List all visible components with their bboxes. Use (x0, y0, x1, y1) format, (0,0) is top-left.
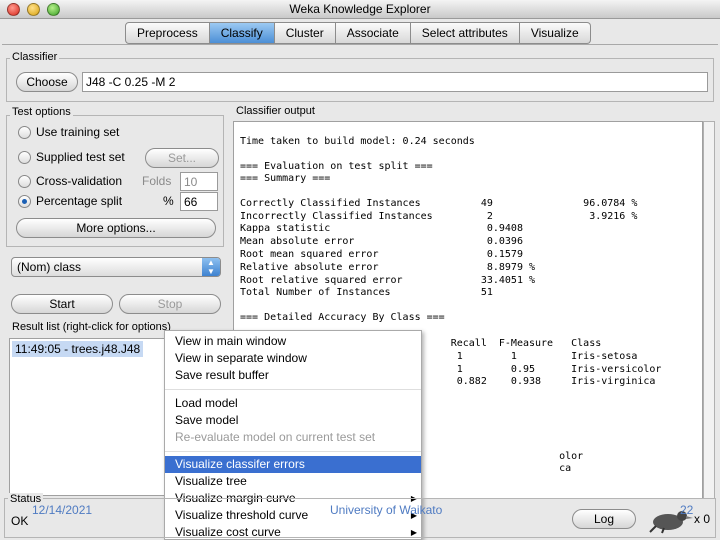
cross-validation-label: Cross-validation (36, 174, 123, 188)
close-window-icon[interactable] (7, 3, 20, 16)
menu-load-model[interactable]: Load model (165, 395, 421, 412)
minimize-window-icon[interactable] (27, 3, 40, 16)
window-title: Weka Knowledge Explorer (289, 2, 431, 16)
test-options-label: Test options (10, 106, 73, 118)
output-line: Time taken to build model: 0.24 seconds (240, 136, 475, 147)
menu-separator (165, 451, 421, 452)
status-task-count: x 0 (694, 512, 711, 526)
output-line: Kappa statistic 0.9408 (240, 223, 523, 234)
tab-preprocess[interactable]: Preprocess (125, 22, 210, 44)
updown-arrows-icon: ▲ ▼ (202, 258, 220, 276)
menu-re-evaluate-model[interactable]: Re-evaluate model on current test set (165, 429, 421, 446)
menu-save-model[interactable]: Save model (165, 412, 421, 429)
menu-view-separate-window[interactable]: View in separate window (165, 350, 421, 367)
output-line: Mean absolute error 0.0396 (240, 236, 523, 247)
result-list-item[interactable]: 11:49:05 - trees.j48.J48 (12, 341, 144, 357)
log-button[interactable]: Log (572, 509, 636, 529)
output-line: === Detailed Accuracy By Class === (240, 312, 445, 323)
status-text: OK (11, 514, 29, 528)
use-training-set-label: Use training set (36, 125, 120, 139)
supplied-test-set-label: Supplied test set (36, 150, 125, 164)
menu-view-main-window[interactable]: View in main window (165, 333, 421, 350)
slide-institution: University of Waikato (330, 503, 443, 517)
menu-visualize-tree[interactable]: Visualize tree (165, 473, 421, 490)
tab-select-attributes[interactable]: Select attributes (410, 22, 520, 44)
output-line: === Evaluation on test split === (240, 161, 433, 172)
percentage-split-label: Percentage split (36, 194, 123, 208)
output-line: Relative absolute error 8.8979 % (240, 262, 536, 273)
tab-divider (2, 44, 718, 45)
output-line: Total Number of Instances 51 (240, 287, 493, 298)
slide-page-number: 22 (680, 503, 694, 517)
class-attribute-select[interactable]: (Nom) class ▲ ▼ (11, 257, 221, 277)
tab-classify[interactable]: Classify (209, 22, 275, 44)
set-test-set-button[interactable]: Set... (145, 148, 219, 168)
output-line: Correctly Classified Instances 49 96.078… (240, 198, 638, 209)
percentage-input[interactable]: 66 (180, 192, 218, 211)
output-line: Root mean squared error 0.1579 (240, 249, 523, 260)
percent-symbol: % (163, 194, 174, 208)
classifier-output-label: Classifier output (234, 105, 317, 117)
slide-date: 12/14/2021 (32, 503, 93, 517)
menu-visualize-classifier-errors[interactable]: Visualize classifer errors (165, 456, 421, 473)
menu-save-result-buffer[interactable]: Save result buffer (165, 367, 421, 384)
tab-bar: Preprocess Classify Cluster Associate Se… (125, 22, 591, 44)
folds-input[interactable]: 10 (180, 172, 218, 191)
cross-validation-radio[interactable] (18, 175, 31, 188)
folds-label: Folds (142, 174, 172, 188)
supplied-test-set-radio[interactable] (18, 151, 31, 164)
output-line: Incorrectly Classified Instances 2 3.921… (240, 211, 638, 222)
tab-cluster[interactable]: Cluster (274, 22, 336, 44)
menu-separator (165, 389, 421, 390)
zoom-window-icon[interactable] (47, 3, 60, 16)
more-options-button[interactable]: More options... (16, 218, 216, 238)
tab-associate[interactable]: Associate (335, 22, 411, 44)
window-titlebar: Weka Knowledge Explorer (0, 0, 720, 19)
choose-classifier-button[interactable]: Choose (16, 72, 78, 92)
stop-button[interactable]: Stop (119, 294, 221, 314)
result-list-label: Result list (right-click for options) (10, 321, 173, 333)
classifier-group-label: Classifier (10, 51, 60, 63)
classifier-config-field[interactable]: J48 -C 0.25 -M 2 (82, 72, 708, 92)
use-training-set-radio[interactable] (18, 126, 31, 139)
tab-visualize[interactable]: Visualize (519, 22, 591, 44)
start-button[interactable]: Start (11, 294, 113, 314)
percentage-split-radio[interactable] (18, 195, 31, 208)
output-line: Root relative squared error 33.4051 % (240, 275, 536, 286)
output-scrollbar[interactable] (703, 121, 715, 499)
output-line: === Summary === (240, 173, 331, 184)
class-attribute-value: (Nom) class (17, 260, 82, 274)
